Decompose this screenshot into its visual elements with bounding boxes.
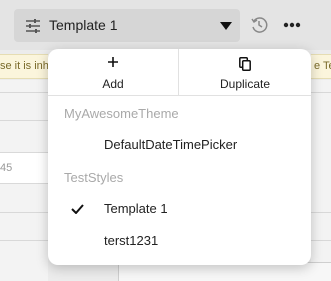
left-field-value: 45 [0, 162, 13, 174]
template-menu: Add Duplicate MyAwesomeTheme DefaultDate… [48, 49, 311, 265]
check-icon [71, 204, 84, 214]
template-select-value: Template 1 [49, 17, 118, 33]
duplicate-icon [239, 57, 251, 71]
menu-item-label: DefaultDateTimePicker [104, 137, 238, 152]
menu-item-label: terst1231 [104, 233, 159, 248]
warning-banner: se it is inh [0, 54, 48, 79]
menu-item-template-1[interactable]: Template 1 [48, 194, 311, 224]
menu-item-defaultdatetimepicker[interactable]: DefaultDateTimePicker [48, 130, 311, 160]
divider [0, 92, 48, 93]
right-panel [311, 80, 331, 281]
group-header: MyAwesomeTheme [64, 106, 179, 121]
toolbar: Template 1 [0, 0, 331, 50]
divider [311, 212, 331, 213]
warning-banner-right: e Ten [311, 54, 331, 79]
add-button[interactable]: Add [48, 49, 179, 96]
plus-icon [108, 57, 118, 67]
divider [311, 240, 331, 241]
add-button-label: Add [102, 77, 124, 91]
duplicate-button-label: Duplicate [219, 77, 271, 91]
tune-icon [26, 19, 40, 33]
divider [0, 240, 48, 241]
menu-actions: Add Duplicate [48, 49, 311, 96]
divider [0, 212, 48, 213]
more-horizontal-icon[interactable] [283, 22, 301, 28]
menu-item-terst1231[interactable]: terst1231 [48, 226, 311, 256]
duplicate-button[interactable]: Duplicate [179, 49, 311, 96]
history-icon[interactable] [250, 16, 268, 34]
caret-down-icon [220, 22, 232, 30]
template-select[interactable]: Template 1 [14, 9, 240, 42]
divider [311, 92, 331, 93]
menu-item-label: Template 1 [104, 201, 168, 216]
divider [0, 120, 48, 121]
group-header: TestStyles [64, 170, 124, 185]
